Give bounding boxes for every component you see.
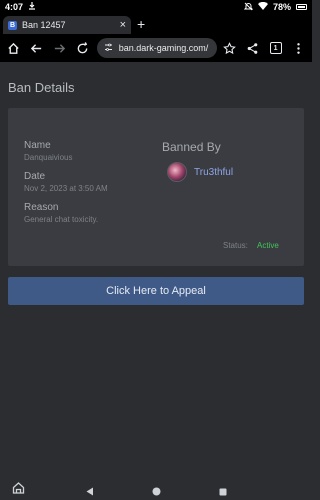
- browser-tab[interactable]: B Ban 12457 ×: [3, 16, 131, 34]
- reason-value: General chat toxicity.: [24, 215, 99, 224]
- bookmark-star-icon[interactable]: [221, 38, 238, 58]
- clock: 4:07: [5, 2, 24, 12]
- address-bar[interactable]: ban.dark-gaming.com/: [96, 38, 218, 58]
- browser-tab-strip: B Ban 12457 × +: [0, 14, 312, 34]
- home-circle-icon[interactable]: [152, 483, 161, 500]
- tab-title: Ban 12457: [22, 20, 66, 30]
- name-label: Name: [24, 140, 51, 151]
- avatar[interactable]: [167, 162, 187, 182]
- forward-arrow-icon[interactable]: [51, 38, 68, 58]
- date-label: Date: [24, 171, 46, 182]
- home-icon[interactable]: [5, 38, 22, 58]
- reason-label: Reason: [24, 202, 59, 213]
- more-menu-icon[interactable]: [290, 38, 307, 58]
- battery-icon: [296, 4, 307, 10]
- battery-level: 78%: [272, 2, 291, 12]
- close-tab-icon[interactable]: ×: [120, 19, 126, 31]
- ban-details-card: Name Danquaivious Date Nov 2, 2023 at 3:…: [8, 108, 304, 266]
- site-info-icon[interactable]: [104, 39, 113, 57]
- download-icon: [28, 2, 36, 12]
- notifications-off-icon: [243, 2, 254, 13]
- android-status-bar: 4:07 78%: [0, 0, 312, 14]
- android-navigation-bar: [0, 476, 312, 500]
- page-title: Ban Details: [8, 80, 75, 95]
- banned-by-label: Banned By: [162, 140, 221, 154]
- name-value: Danquaivious: [24, 153, 73, 162]
- new-tab-icon[interactable]: +: [137, 17, 145, 31]
- browser-toolbar: ban.dark-gaming.com/ 1: [0, 34, 312, 62]
- status-label: Status:: [223, 241, 248, 250]
- appeal-button[interactable]: Click Here to Appeal: [8, 277, 304, 305]
- date-value: Nov 2, 2023 at 3:50 AM: [24, 184, 108, 193]
- reload-icon[interactable]: [74, 38, 91, 58]
- site-favicon-icon: B: [8, 20, 17, 30]
- share-icon[interactable]: [244, 38, 261, 58]
- url-text: ban.dark-gaming.com/: [118, 43, 209, 53]
- tab-switcher-icon[interactable]: 1: [267, 38, 284, 58]
- recents-square-icon[interactable]: [219, 483, 227, 500]
- back-arrow-icon[interactable]: [28, 38, 45, 58]
- tab-count: 1: [269, 42, 282, 54]
- apps-home-icon[interactable]: [12, 481, 25, 499]
- back-icon[interactable]: [86, 483, 94, 500]
- wifi-icon: [257, 1, 268, 12]
- status-badge: Active: [257, 241, 279, 250]
- banned-by-user-link[interactable]: Tru3thful: [194, 167, 233, 178]
